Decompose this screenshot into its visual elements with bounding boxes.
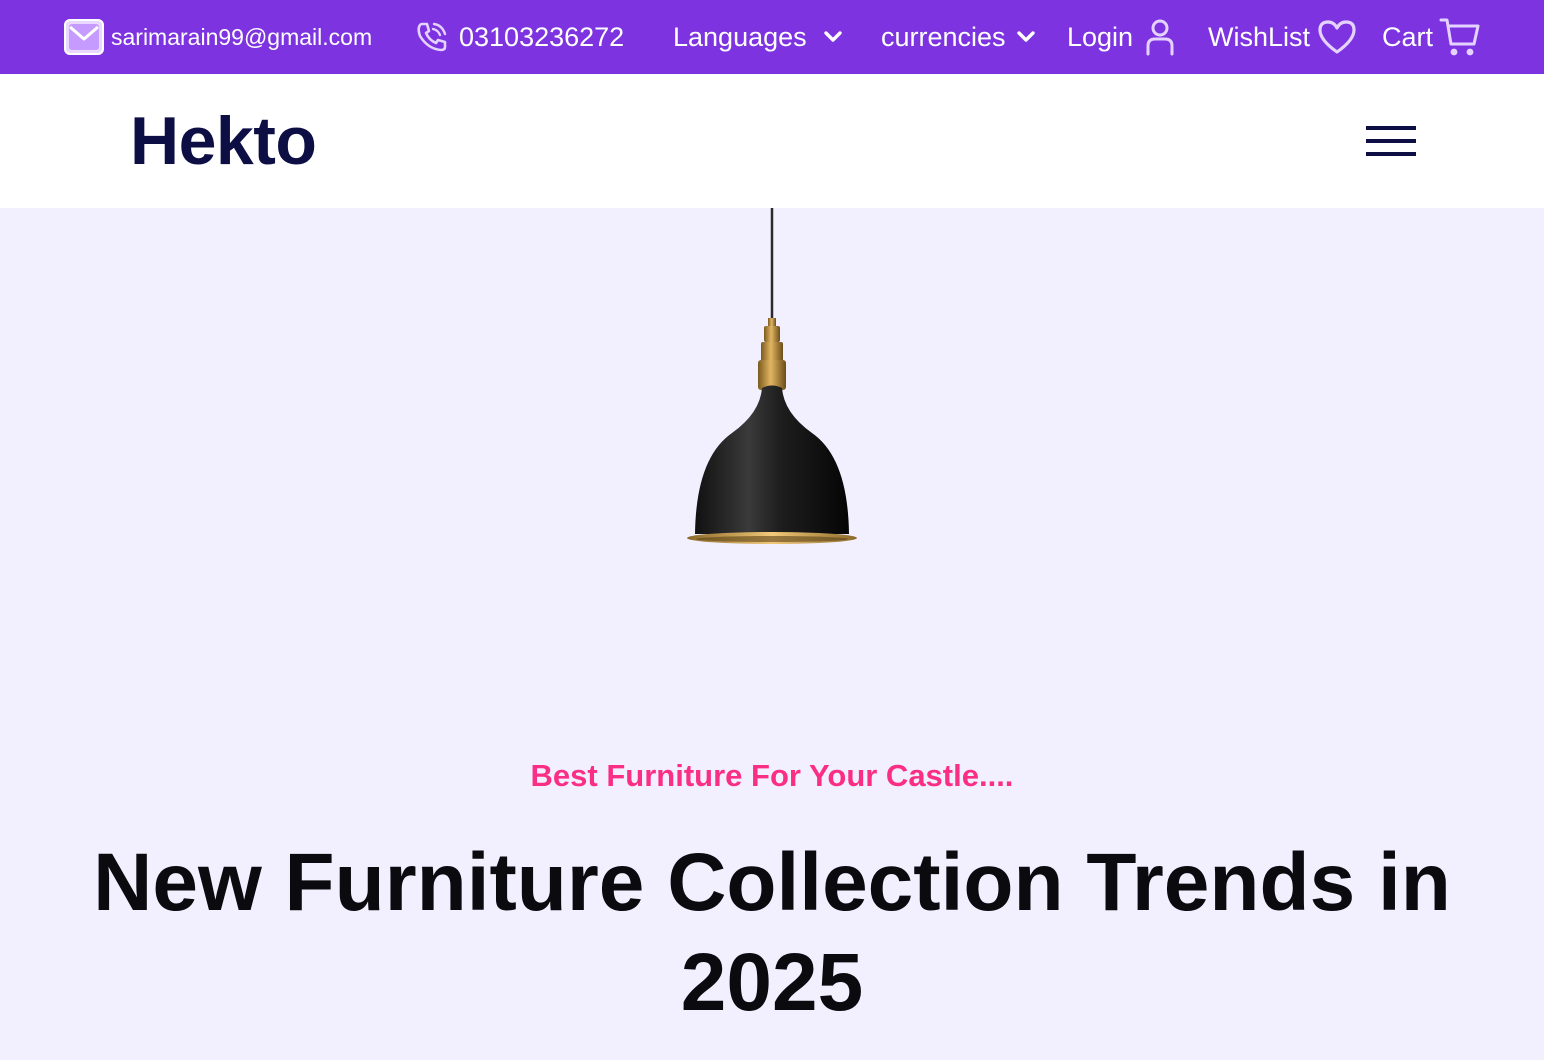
phone-contact[interactable]: 03103236272 [414,0,624,74]
currencies-label: currencies [881,21,1006,52]
pendant-lamp-image [672,208,862,558]
cart-label: Cart [1382,21,1434,52]
email-contact[interactable]: sarimarain99@gmail.com [63,0,372,74]
hamburger-line [1366,139,1416,143]
main-navbar: Hekto [0,74,1544,208]
phone-text: 03103236272 [459,21,625,52]
site-logo[interactable]: Hekto [130,104,317,179]
mail-icon [63,17,105,57]
user-icon [1145,18,1175,56]
languages-dropdown[interactable]: Languages [673,0,843,74]
login-label: Login [1067,21,1134,52]
hamburger-line [1366,126,1416,130]
hero-tagline: Best Furniture For Your Castle.... [530,758,1014,793]
phone-icon [414,19,450,55]
chevron-down-icon [823,30,843,44]
email-text: sarimarain99@gmail.com [111,23,373,50]
wishlist-link[interactable]: WishList [1208,0,1358,74]
hamburger-line [1366,152,1416,156]
login-link[interactable]: Login [1067,0,1175,74]
languages-label: Languages [673,21,807,52]
currencies-dropdown[interactable]: currencies [881,0,1036,74]
hamburger-menu-button[interactable] [1366,126,1416,158]
heart-icon [1316,18,1358,56]
cart-icon [1439,15,1481,59]
wishlist-label: WishList [1208,21,1311,52]
cart-link[interactable]: Cart [1382,0,1481,74]
top-bar: sarimarain99@gmail.com 03103236272 Langu… [0,0,1544,74]
hero-section: Best Furniture For Your Castle.... New F… [0,208,1544,1060]
hero-headline: New Furniture Collection Trends in 2025 [93,837,1451,1028]
chevron-down-icon [1016,30,1036,44]
